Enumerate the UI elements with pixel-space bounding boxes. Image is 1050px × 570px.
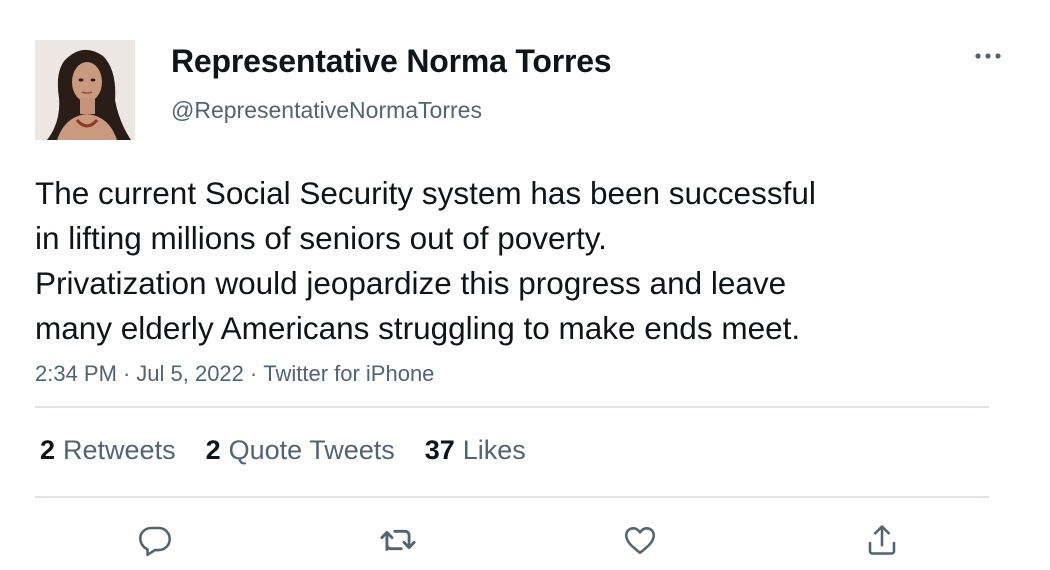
- retweets-label: Retweets: [63, 434, 176, 465]
- quote-tweets-label: Quote Tweets: [228, 434, 395, 465]
- divider: [35, 496, 989, 498]
- tweet-text-line: in lifting millions of seniors out of po…: [35, 220, 607, 256]
- retweet-icon: [380, 529, 416, 551]
- divider: [35, 406, 989, 408]
- likes-count: 37: [424, 434, 455, 465]
- quote-tweets-count: 2: [205, 434, 221, 465]
- tweet-meta: 2:34 PM · Jul 5, 2022 · Twitter for iPhone: [35, 361, 434, 387]
- share-icon: [868, 525, 896, 555]
- retweet-button[interactable]: [376, 518, 420, 562]
- likes-stat[interactable]: 37 Likes: [425, 435, 526, 466]
- tweet-time: 2:34 PM: [35, 361, 117, 386]
- more-options-button[interactable]: [968, 42, 1008, 70]
- heart-icon: [624, 527, 656, 555]
- tweet-source-link[interactable]: Twitter for iPhone: [263, 361, 434, 386]
- meta-separator: ·: [122, 361, 131, 386]
- reply-icon: [139, 526, 171, 557]
- share-button[interactable]: [860, 518, 904, 562]
- retweets-count: 2: [40, 434, 56, 465]
- retweets-stat[interactable]: 2 Retweets: [40, 435, 176, 466]
- tweet-text: The current Social Security system has b…: [35, 171, 995, 351]
- tweet-text-line: Privatization would jeopardize this prog…: [35, 265, 787, 301]
- more-icon: [975, 53, 1001, 59]
- user-handle[interactable]: @RepresentativeNormaTorres: [171, 97, 482, 124]
- display-name[interactable]: Representative Norma Torres: [171, 43, 612, 80]
- avatar[interactable]: [35, 40, 135, 140]
- engagement-stats: 2 Retweets 2 Quote Tweets 37 Likes: [40, 430, 556, 470]
- quote-tweets-stat[interactable]: 2 Quote Tweets: [206, 435, 395, 466]
- tweet-text-line: many elderly Americans struggling to mak…: [35, 310, 801, 346]
- meta-separator: ·: [249, 361, 258, 386]
- reply-button[interactable]: [133, 518, 177, 562]
- likes-label: Likes: [462, 434, 526, 465]
- like-button[interactable]: [618, 518, 662, 562]
- tweet-text-line: The current Social Security system has b…: [35, 175, 816, 211]
- avatar-image: [35, 40, 135, 140]
- tweet-time-link[interactable]: 2:34 PM · Jul 5, 2022: [35, 361, 244, 386]
- tweet-date: Jul 5, 2022: [136, 361, 244, 386]
